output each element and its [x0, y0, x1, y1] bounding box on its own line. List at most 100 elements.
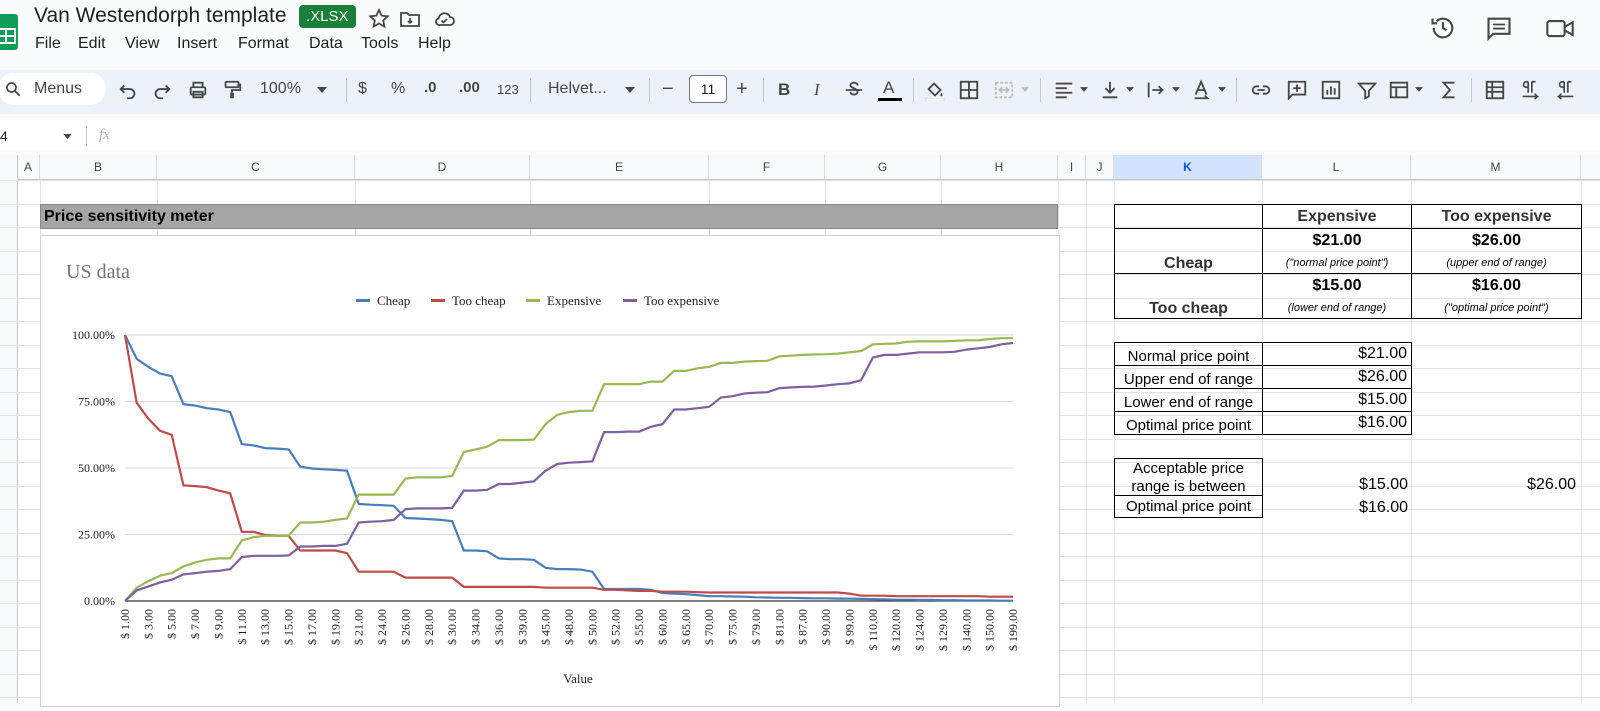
version-history-icon[interactable] [1429, 14, 1457, 42]
matrix-header-too-expensive[interactable]: Too expensive [1411, 204, 1582, 229]
borders-icon[interactable] [958, 79, 980, 101]
column-header-m[interactable]: M [1411, 155, 1581, 179]
range-optimal-label-cell[interactable]: Optimal price point [1114, 495, 1263, 518]
filter-views-dropdown-icon[interactable] [1415, 87, 1423, 92]
print-icon[interactable] [187, 79, 209, 101]
comments-icon[interactable] [1485, 14, 1513, 42]
font-size-input[interactable]: 11 [689, 75, 727, 103]
column-header-j[interactable]: J [1086, 155, 1114, 179]
summary-label[interactable]: Normal price point [1114, 342, 1263, 366]
move-folder-icon[interactable] [398, 7, 422, 31]
matrix-header-expensive[interactable]: Expensive [1262, 204, 1412, 229]
name-box-dropdown-icon[interactable] [63, 134, 72, 139]
matrix-cell-lower[interactable]: $15.00 (lower end of range) [1262, 273, 1412, 319]
summary-label[interactable]: Optimal price point [1114, 411, 1263, 435]
matrix-corner-cell[interactable] [1114, 204, 1263, 229]
menu-insert[interactable]: Insert [177, 35, 217, 53]
menu-tools[interactable]: Tools [361, 35, 398, 53]
summary-value[interactable]: $21.00 [1262, 342, 1412, 366]
freeze-icon[interactable] [1484, 79, 1506, 101]
menu-data[interactable]: Data [309, 35, 343, 53]
sheets-logo-icon[interactable] [0, 14, 18, 50]
percent-format-button[interactable]: % [391, 80, 405, 98]
matrix-cell-optimal[interactable]: $16.00 ("optimal price point") [1411, 273, 1582, 319]
column-header-c[interactable]: C [157, 155, 355, 179]
menu-help[interactable]: Help [418, 35, 451, 53]
merge-cells-icon[interactable] [993, 79, 1015, 101]
column-header-g[interactable]: G [825, 155, 941, 179]
range-high-value[interactable]: $26.00 [1524, 476, 1576, 494]
legend-label[interactable]: Expensive [547, 293, 601, 308]
wrap-dropdown-icon[interactable] [1172, 87, 1180, 92]
menu-format[interactable]: Format [238, 35, 289, 53]
font-family-select[interactable]: Helvet... [548, 80, 607, 98]
summary-value[interactable]: $26.00 [1262, 365, 1412, 389]
column-header-h[interactable]: H [941, 155, 1058, 179]
paint-format-icon[interactable] [221, 79, 243, 101]
ltr-text-icon[interactable] [1519, 79, 1541, 101]
column-header-i[interactable]: I [1058, 155, 1086, 179]
matrix-row-cheap[interactable]: Cheap [1114, 228, 1263, 274]
vertical-align-icon[interactable] [1099, 79, 1121, 101]
matrix-row-too-cheap[interactable]: Too cheap [1114, 273, 1263, 319]
insert-link-icon[interactable] [1250, 79, 1272, 101]
increase-font-size-button[interactable]: + [736, 78, 748, 101]
text-color-button[interactable]: A [883, 78, 894, 98]
legend-label[interactable]: Too cheap [452, 293, 506, 308]
column-header-f[interactable]: F [709, 155, 825, 179]
column-header-e[interactable]: E [530, 155, 709, 179]
chart-container[interactable]: US data Cheap Too cheap Expensive Too expen… [40, 235, 1060, 707]
halign-dropdown-icon[interactable] [1080, 87, 1088, 92]
increase-decimal-button[interactable]: .00 [459, 79, 480, 96]
text-rotation-icon[interactable] [1191, 79, 1213, 101]
insert-chart-icon[interactable] [1320, 79, 1342, 101]
meet-video-icon[interactable] [1545, 14, 1575, 42]
line-chart[interactable]: US data Cheap Too cheap Expensive Too expen… [41, 236, 1059, 706]
decrease-decimal-button[interactable]: .0 [424, 79, 437, 96]
cloud-saved-icon[interactable] [432, 7, 456, 31]
series-line-too-cheap[interactable] [123, 334, 1013, 598]
functions-icon[interactable] [1438, 79, 1460, 101]
rtl-text-icon[interactable] [1555, 79, 1577, 101]
summary-value[interactable]: $15.00 [1262, 388, 1412, 412]
menu-file[interactable]: File [35, 35, 61, 53]
filter-icon[interactable] [1356, 79, 1378, 101]
filter-views-icon[interactable] [1388, 79, 1410, 101]
series-line-too-expensive[interactable] [124, 341, 1014, 602]
italic-button[interactable]: I [814, 80, 820, 100]
legend-label[interactable]: Cheap [377, 293, 410, 308]
decrease-font-size-button[interactable]: − [662, 78, 674, 101]
currency-format-button[interactable]: $ [358, 80, 367, 98]
menu-edit[interactable]: Edit [78, 35, 106, 53]
series-line-expensive[interactable] [124, 337, 1013, 602]
summary-label[interactable]: Lower end of range [1114, 388, 1263, 412]
merge-dropdown-icon[interactable] [1021, 87, 1029, 92]
summary-label[interactable]: Upper end of range [1114, 365, 1263, 389]
column-header-k[interactable]: K [1114, 155, 1262, 179]
document-title[interactable]: Van Westendorph template [34, 4, 287, 28]
column-header-b[interactable]: B [40, 155, 157, 179]
column-header-a[interactable]: A [17, 155, 40, 179]
bold-button[interactable]: B [778, 80, 790, 100]
summary-value[interactable]: $16.00 [1262, 411, 1412, 435]
name-box[interactable]: 4 [0, 128, 8, 144]
column-header-d[interactable]: D [355, 155, 530, 179]
text-wrapping-icon[interactable] [1145, 79, 1167, 101]
undo-icon[interactable] [117, 79, 139, 101]
zoom-select[interactable]: 100% [260, 80, 301, 98]
menu-view[interactable]: View [125, 35, 159, 53]
valign-dropdown-icon[interactable] [1126, 87, 1134, 92]
horizontal-align-icon[interactable] [1053, 79, 1075, 101]
zoom-dropdown-icon[interactable] [317, 87, 327, 93]
range-label-cell[interactable]: Acceptable price range is between [1114, 458, 1263, 496]
legend-label[interactable]: Too expensive [644, 293, 719, 308]
range-low-value[interactable]: $15.00 [1356, 476, 1408, 494]
insert-comment-icon[interactable] [1286, 79, 1308, 101]
matrix-cell-normal[interactable]: $21.00 ("normal price point") [1262, 228, 1412, 274]
strikethrough-icon[interactable] [843, 79, 865, 101]
rotation-dropdown-icon[interactable] [1218, 87, 1226, 92]
star-icon[interactable] [367, 7, 391, 31]
range-optimal-value[interactable]: $16.00 [1356, 499, 1408, 517]
column-header-l[interactable]: L [1262, 155, 1411, 179]
more-formats-button[interactable]: 123 [497, 82, 519, 97]
